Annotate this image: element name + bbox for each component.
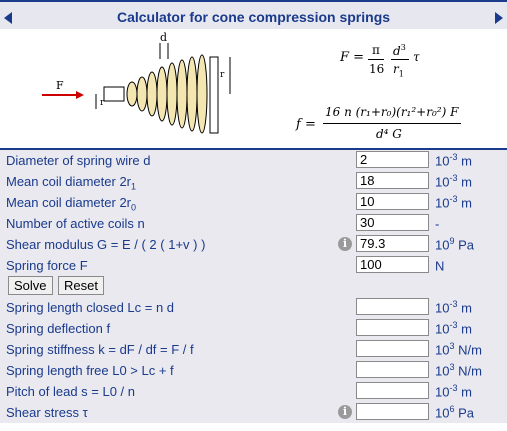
length-closed-output[interactable] (356, 298, 429, 315)
r1-label: r (220, 70, 225, 80)
coil-diameter-r0-unit: 10-3 m (435, 194, 472, 211)
shear-modulus-label: Shear modulus G = E / ( 2 ( 1+v ) ) (6, 237, 206, 252)
d-label: d (160, 31, 167, 44)
formula-sixteen: 16 (369, 62, 385, 76)
formula-pi: π (372, 43, 380, 57)
input-row-spring-force: Spring force F N (0, 255, 507, 276)
output-row-shear-stress: Shear stress τ i 106 Pa (0, 402, 507, 423)
output-row-stiffness: Spring stiffness k = dF / df = F / f 103… (0, 339, 507, 360)
shear-modulus-input[interactable] (356, 235, 429, 252)
coil-diameter-r0-input[interactable] (356, 193, 429, 210)
coil-diameter-r0-label: Mean coil diameter 2r0 (6, 195, 137, 213)
input-row-coil-diameter-r1: Mean coil diameter 2r1 10-3 m (0, 171, 507, 192)
pitch-label: Pitch of lead s = L0 / n (6, 384, 135, 399)
input-row-wire-diameter: Diameter of spring wire d 10-3 m (0, 150, 507, 171)
spring-figure: d F r r F = π 16 d3 r1 τ f = 16 n (r₁+r₀… (0, 29, 507, 149)
shear-stress-unit: 106 Pa (435, 404, 474, 421)
input-row-shear-modulus: Shear modulus G = E / ( 2 ( 1+v ) ) i 10… (0, 234, 507, 255)
reset-button[interactable]: Reset (58, 276, 104, 295)
next-arrow-icon[interactable] (495, 12, 503, 24)
output-row-deflection: Spring deflection f 10-3 m (0, 318, 507, 339)
solve-button[interactable]: Solve (8, 276, 53, 295)
length-free-unit: 103 N/m (435, 362, 482, 379)
shear-stress-output[interactable] (356, 403, 429, 420)
length-free-label: Spring length free L0 > Lc + f (6, 363, 174, 378)
wire-diameter-input[interactable] (356, 151, 429, 168)
spring-base (103, 86, 125, 102)
wire-diameter-unit: 10-3 m (435, 152, 472, 169)
formula-deflection-lhs: f = (296, 117, 316, 132)
output-row-length-free: Spring length free L0 > Lc + f 103 N/m (0, 360, 507, 381)
force-arrowhead-icon (76, 91, 84, 99)
length-free-output[interactable] (356, 361, 429, 378)
formula-deflection-numerator: 16 n (r₁+r₀)(r₁²+r₀²) F (325, 105, 459, 119)
title-bar: Calculator for cone compression springs (0, 0, 507, 29)
force-label: F (56, 79, 64, 92)
input-row-active-coils: Number of active coils n - (0, 213, 507, 234)
output-row-length-closed: Spring length closed Lc = n d 10-3 m (0, 297, 507, 318)
r0-label: r (100, 98, 105, 108)
active-coils-unit: - (435, 216, 440, 232)
formula-d3: d3 (393, 43, 406, 58)
page-title: Calculator for cone compression springs (116, 9, 391, 25)
coil-diameter-r1-unit: 10-3 m (435, 173, 472, 190)
pitch-unit: 10-3 m (435, 383, 472, 400)
formula-r1: r1 (393, 62, 404, 79)
coil-diameter-r1-input[interactable] (356, 172, 429, 189)
formula-deflection-denominator: d⁴ G (376, 127, 402, 141)
spring-force-label: Spring force F (6, 258, 88, 273)
deflection-output[interactable] (356, 319, 429, 336)
active-coils-input[interactable] (356, 214, 429, 231)
length-closed-unit: 10-3 m (435, 299, 472, 316)
spring-top-plate (209, 56, 219, 134)
spring-force-input[interactable] (356, 256, 429, 273)
info-icon[interactable]: i (338, 405, 352, 419)
formula-f-lhs: F = (340, 50, 365, 65)
pitch-output[interactable] (356, 382, 429, 399)
shear-stress-label: Shear stress τ (6, 405, 88, 420)
stiffness-unit: 103 N/m (435, 341, 482, 358)
spring-diagram: d F r r (42, 31, 231, 134)
active-coils-label: Number of active coils n (6, 216, 145, 231)
deflection-label: Spring deflection f (6, 321, 111, 336)
shear-modulus-unit: 109 Pa (435, 236, 474, 253)
info-icon[interactable]: i (338, 237, 352, 251)
spring-coils (126, 54, 208, 134)
formula-tau: τ (413, 50, 420, 64)
length-closed-label: Spring length closed Lc = n d (6, 300, 175, 315)
stiffness-output[interactable] (356, 340, 429, 357)
wire-diameter-label: Diameter of spring wire d (6, 153, 151, 168)
deflection-unit: 10-3 m (435, 320, 472, 337)
stiffness-label: Spring stiffness k = dF / df = F / f (6, 342, 194, 357)
output-row-pitch: Pitch of lead s = L0 / n 10-3 m (0, 381, 507, 402)
spring-force-unit: N (435, 258, 445, 274)
input-row-coil-diameter-r0: Mean coil diameter 2r0 10-3 m (0, 192, 507, 213)
button-row: Solve Reset (0, 275, 507, 297)
coil-diameter-r1-label: Mean coil diameter 2r1 (6, 174, 137, 192)
